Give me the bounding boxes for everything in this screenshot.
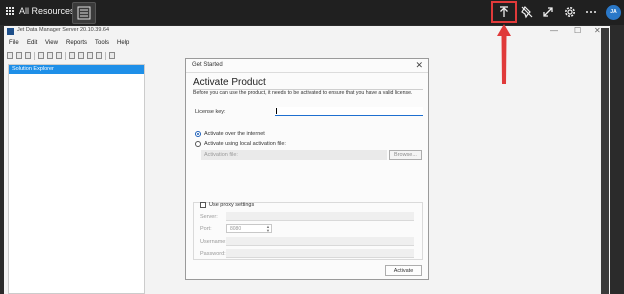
server-label: Server: xyxy=(200,214,218,220)
close-window-button[interactable]: ✕ xyxy=(594,26,601,35)
dialog-title: Get Started xyxy=(192,62,223,68)
use-proxy-label: Use proxy settings xyxy=(209,202,255,208)
grid-icon[interactable] xyxy=(6,7,15,16)
activate-button[interactable]: Activate xyxy=(385,265,422,276)
gear-icon[interactable] xyxy=(563,5,577,19)
port-label: Port: xyxy=(200,226,212,232)
license-key-input[interactable] xyxy=(275,107,423,116)
dialog-heading: Activate Product xyxy=(193,77,266,88)
menu-reports[interactable]: Reports xyxy=(66,40,87,46)
table-icon[interactable] xyxy=(69,52,75,59)
app-title: Jet Data Manager Server 20.10.39.64 xyxy=(17,27,110,33)
password-field xyxy=(226,249,414,258)
dialog-header: Get Started ✕ xyxy=(186,59,428,73)
scrollbar[interactable] xyxy=(601,28,609,294)
document-icon[interactable] xyxy=(56,52,62,59)
password-label: Password: xyxy=(200,251,226,257)
expand-icon[interactable] xyxy=(541,5,555,19)
text-caret xyxy=(276,108,277,114)
all-resources-title[interactable]: All Resources xyxy=(19,6,75,16)
grid-view-icon[interactable] xyxy=(96,52,102,59)
upload-icon[interactable] xyxy=(497,5,511,19)
menu-tools[interactable]: Tools xyxy=(95,40,109,46)
save-all-icon[interactable] xyxy=(25,52,31,59)
toolbar-separator xyxy=(65,52,66,60)
port-value: 8080 xyxy=(230,226,242,232)
activate-local-radio[interactable] xyxy=(195,141,201,147)
activate-online-label: Activate over the internet xyxy=(204,131,265,137)
top-bar: All Resources JA xyxy=(0,0,624,25)
spin-arrows-icon: ▲ ▼ xyxy=(266,224,270,233)
activate-local-label: Activate using local activation file: xyxy=(204,141,286,147)
username-field xyxy=(226,237,414,246)
pin-off-icon[interactable] xyxy=(520,5,534,19)
activation-file-label: Activation file: xyxy=(204,152,238,158)
toolbar-separator xyxy=(34,52,35,60)
maximize-button[interactable]: ☐ xyxy=(574,26,581,35)
open-icon[interactable] xyxy=(7,52,13,59)
list-icon xyxy=(77,6,91,20)
user-icon[interactable] xyxy=(78,52,84,59)
toolbar xyxy=(7,52,127,61)
license-key-label: License key: xyxy=(195,109,226,115)
activation-file-field: Activation file: xyxy=(201,150,387,160)
avatar[interactable]: JA xyxy=(606,5,621,20)
list-icon[interactable] xyxy=(87,52,93,59)
solution-explorer-panel: Solution Explorer xyxy=(8,64,145,294)
port-stepper: 8080 ▲ ▼ xyxy=(226,224,272,233)
use-proxy-checkbox[interactable] xyxy=(200,202,206,208)
server-field xyxy=(226,212,414,221)
menu-view[interactable]: View xyxy=(45,40,58,46)
menu-file[interactable]: File xyxy=(9,40,19,46)
menu-help[interactable]: Help xyxy=(117,40,129,46)
dialog-description: Before you can use the product, it needs… xyxy=(193,90,413,96)
red-arrow-annotation xyxy=(497,24,511,84)
sync-icon[interactable] xyxy=(47,52,53,59)
deploy-icon[interactable] xyxy=(38,52,44,59)
app-logo-icon xyxy=(7,28,14,35)
menu-edit[interactable]: Edit xyxy=(27,40,37,46)
toolbar-separator xyxy=(105,52,106,60)
more-icon[interactable] xyxy=(584,5,598,19)
dialog-close-button[interactable]: ✕ xyxy=(415,60,423,71)
refresh-icon[interactable] xyxy=(109,52,115,59)
browse-button[interactable]: Browse... xyxy=(389,150,422,160)
minimize-button[interactable]: — xyxy=(550,26,558,35)
activate-online-radio[interactable] xyxy=(195,131,201,137)
solution-explorer-item[interactable]: Solution Explorer xyxy=(9,65,144,74)
save-icon[interactable] xyxy=(16,52,22,59)
list-view-button[interactable] xyxy=(72,2,96,24)
activate-product-dialog: Get Started ✕ Activate Product Before yo… xyxy=(185,58,429,280)
username-label: Username: xyxy=(200,239,227,245)
